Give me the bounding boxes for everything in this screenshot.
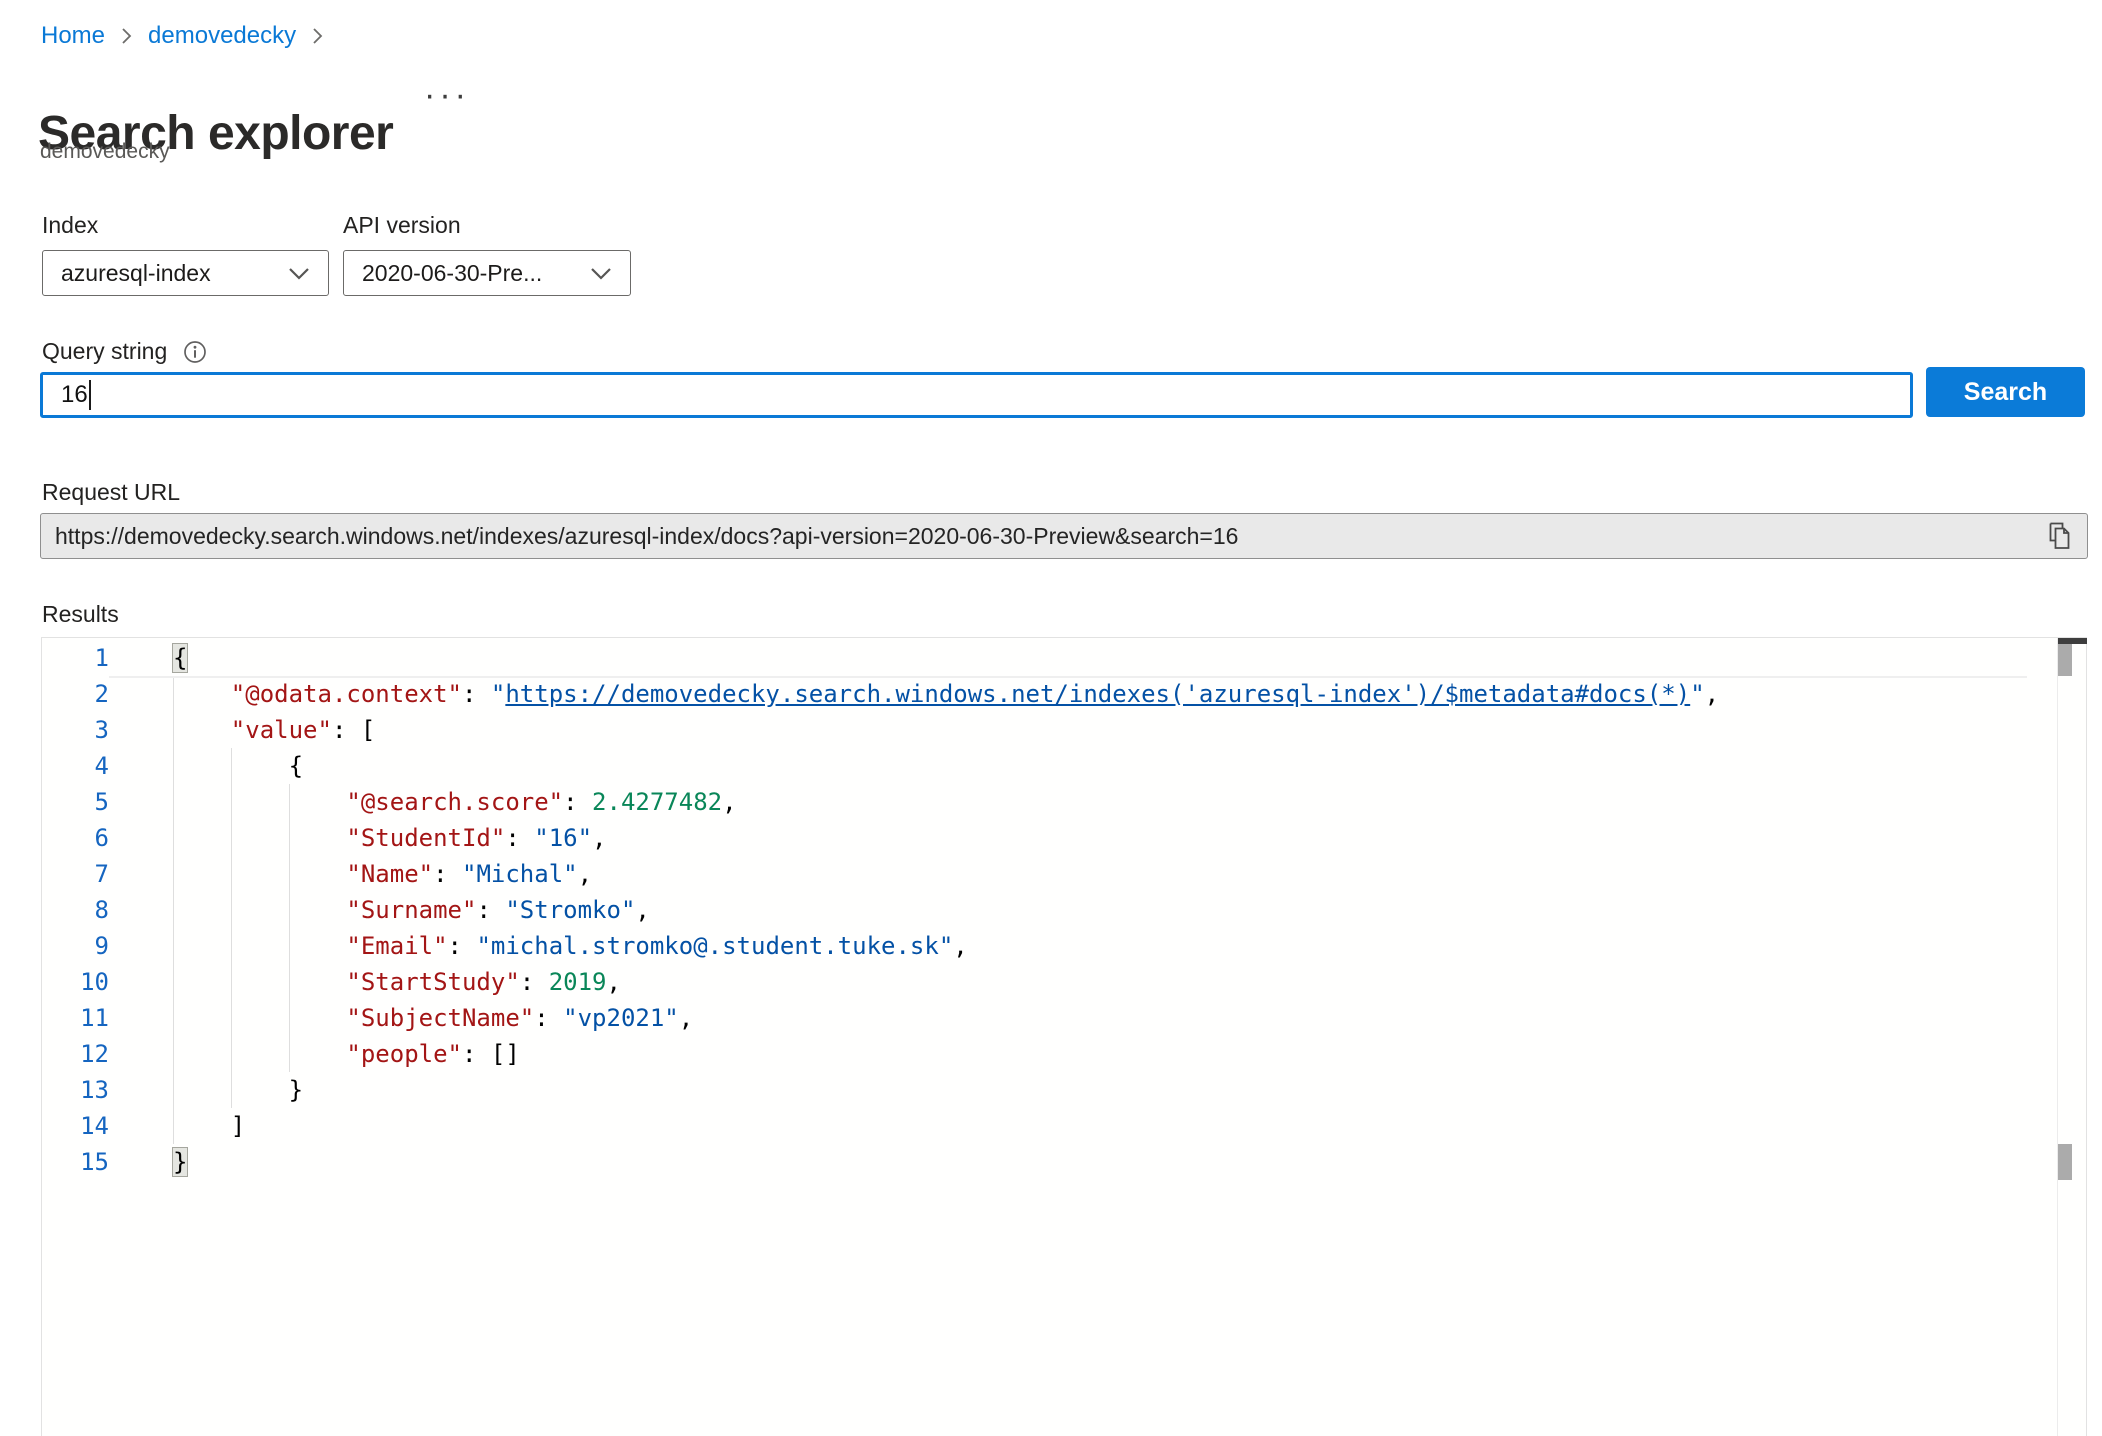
chevron-right-icon	[311, 26, 324, 46]
line-number: 2	[42, 676, 109, 712]
code-line: 8 "Surname": "Stromko",	[42, 892, 2056, 928]
index-select[interactable]: azuresql-index	[42, 250, 329, 296]
search-explorer-blade: Home demovedecky Search explorer ··· dem…	[0, 0, 2102, 1436]
code-line: 12 "people": []	[42, 1036, 2056, 1072]
code-line: 9 "Email": "michal.stromko@.student.tuke…	[42, 928, 2056, 964]
code-line: 5 "@search.score": 2.4277482,	[42, 784, 2056, 820]
code-line: 1{	[42, 640, 2056, 676]
code-line: 15}	[42, 1144, 2056, 1180]
breadcrumb-link-demovedecky[interactable]: demovedecky	[148, 22, 296, 50]
query-input[interactable]: 16	[40, 372, 1913, 418]
api-version-label: API version	[343, 212, 461, 239]
scrollbar-thumb[interactable]	[2058, 1144, 2072, 1180]
code-line: 7 "Name": "Michal",	[42, 856, 2056, 892]
breadcrumb-link-home[interactable]: Home	[41, 22, 105, 50]
line-number: 15	[42, 1144, 109, 1180]
api-version-select-value: 2020-06-30-Pre...	[362, 260, 576, 287]
breadcrumb: Home demovedecky	[41, 22, 324, 50]
code-line: 4 {	[42, 748, 2056, 784]
code-line: 13 }	[42, 1072, 2056, 1108]
query-input-value: 16	[61, 381, 88, 409]
code-line: 2 "@odata.context": "https://demovedecky…	[42, 676, 2056, 712]
line-number: 11	[42, 1000, 109, 1036]
copy-icon	[2045, 521, 2073, 551]
page-subtitle: demovedecky	[40, 140, 170, 164]
chevron-right-icon	[120, 26, 133, 46]
request-url-value: https://demovedecky.search.windows.net/i…	[55, 523, 2035, 550]
line-number: 14	[42, 1108, 109, 1144]
copy-button[interactable]	[2045, 521, 2073, 551]
chevron-down-icon	[590, 267, 612, 280]
line-number: 3	[42, 712, 109, 748]
line-number: 6	[42, 820, 109, 856]
indent-guide	[289, 784, 290, 1072]
line-number: 10	[42, 964, 109, 1000]
code-line: 11 "SubjectName": "vp2021",	[42, 1000, 2056, 1036]
code-line: 14 ]	[42, 1108, 2056, 1144]
line-number: 5	[42, 784, 109, 820]
code-lines: 1{2 "@odata.context": "https://demovedec…	[42, 640, 2056, 1180]
code-line: 3 "value": [	[42, 712, 2056, 748]
api-version-select[interactable]: 2020-06-30-Pre...	[343, 250, 631, 296]
current-line-highlight	[109, 676, 2027, 678]
line-number: 7	[42, 856, 109, 892]
more-options-button[interactable]: ···	[424, 78, 470, 112]
chevron-down-icon	[288, 267, 310, 280]
line-number: 8	[42, 892, 109, 928]
indent-guide	[231, 748, 232, 1108]
scrollbar-thumb[interactable]	[2058, 644, 2072, 676]
index-select-value: azuresql-index	[61, 260, 274, 287]
search-button[interactable]: Search	[1926, 367, 2085, 417]
line-number: 12	[42, 1036, 109, 1072]
text-cursor	[89, 380, 91, 410]
results-label: Results	[42, 601, 119, 628]
results-json-editor[interactable]: 1{2 "@odata.context": "https://demovedec…	[41, 637, 2087, 1436]
index-label: Index	[42, 212, 98, 239]
code-line: 6 "StudentId": "16",	[42, 820, 2056, 856]
request-url-label: Request URL	[42, 479, 180, 506]
query-string-label: Query string	[42, 338, 167, 365]
line-number: 4	[42, 748, 109, 784]
info-icon[interactable]	[183, 340, 207, 364]
line-number: 9	[42, 928, 109, 964]
code-line: 10 "StartStudy": 2019,	[42, 964, 2056, 1000]
request-url-field[interactable]: https://demovedecky.search.windows.net/i…	[40, 513, 2088, 559]
line-number: 13	[42, 1072, 109, 1108]
line-number: 1	[42, 640, 109, 676]
scrollbar-track	[2057, 638, 2058, 1436]
indent-guide	[173, 678, 174, 1144]
